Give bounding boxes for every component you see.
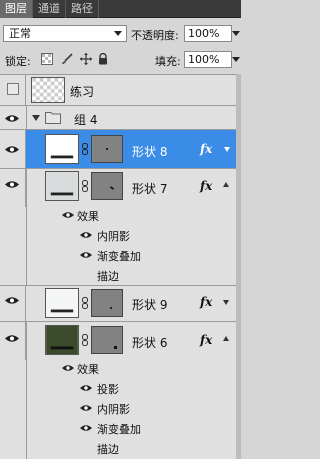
- layer-row-shape-9[interactable]: 形状 9 fx: [0, 286, 236, 322]
- eye-icon[interactable]: [80, 404, 92, 412]
- layer-row-practice[interactable]: 练习: [0, 75, 236, 106]
- eye-icon[interactable]: [5, 334, 19, 343]
- fx-badge[interactable]: fx: [200, 333, 212, 347]
- eye-icon[interactable]: [80, 384, 92, 392]
- tab-layers[interactable]: 图层: [0, 0, 33, 18]
- folder-icon: [45, 112, 61, 124]
- effect-inner-shadow[interactable]: 内阴影: [0, 398, 236, 418]
- effect-name: 投影: [97, 383, 119, 396]
- chevron-down-icon[interactable]: [32, 115, 40, 121]
- effect-name: 渐变叠加: [97, 423, 141, 436]
- visibility-box[interactable]: [7, 83, 19, 95]
- effect-name: 描边: [97, 270, 119, 283]
- effect-gradient-overlay[interactable]: 渐变叠加: [0, 418, 236, 438]
- vector-mask-thumbnail: [91, 135, 123, 163]
- fill-label: 填充:: [155, 55, 181, 68]
- chevron-up-icon[interactable]: [223, 336, 229, 341]
- eye-icon[interactable]: [62, 364, 74, 372]
- brush-icon[interactable]: [61, 53, 73, 65]
- vector-mask-thumbnail: [91, 326, 123, 354]
- layer-name: 形状 8: [132, 145, 168, 159]
- shape-thumbnail: [45, 171, 79, 201]
- effect-name: 内阴影: [97, 230, 130, 243]
- visibility-toggle[interactable]: [0, 75, 26, 105]
- effect-name: 内阴影: [97, 403, 130, 416]
- chevron-down-icon[interactable]: [232, 31, 240, 36]
- chevron-up-icon[interactable]: [223, 182, 229, 187]
- layer-name: 形状 9: [132, 298, 168, 312]
- blend-mode-select[interactable]: 正常: [3, 25, 127, 42]
- effect-drop-shadow[interactable]: 投影: [0, 378, 236, 398]
- shape-thumbnail: [45, 134, 79, 164]
- tab-channels[interactable]: 通道: [33, 0, 66, 18]
- shape-thumbnail: [45, 288, 79, 318]
- panel-tab-bar: 图层 通道 路径: [0, 0, 241, 18]
- visibility-cell[interactable]: [0, 130, 26, 168]
- chevron-down-icon[interactable]: [224, 147, 230, 152]
- move-icon[interactable]: [80, 53, 92, 65]
- link-icon[interactable]: [82, 334, 88, 346]
- effects-label: 效果: [77, 363, 99, 376]
- eye-icon[interactable]: [62, 211, 74, 219]
- visibility-cell[interactable]: [0, 169, 26, 207]
- fx-badge[interactable]: fx: [200, 295, 212, 309]
- layer-row-shape-6[interactable]: 形状 6 fx: [0, 322, 236, 360]
- link-icon[interactable]: [82, 180, 88, 192]
- eye-icon[interactable]: [80, 424, 92, 432]
- visibility-cell[interactable]: [0, 286, 26, 321]
- link-icon[interactable]: [82, 297, 88, 309]
- eye-icon[interactable]: [5, 180, 19, 189]
- eye-icon[interactable]: [5, 114, 19, 123]
- eye-icon[interactable]: [5, 145, 19, 154]
- lock-transparent-pixels-icon[interactable]: [41, 53, 53, 65]
- layer-row-shape-7[interactable]: 形状 7 fx: [0, 169, 236, 207]
- blend-mode-value: 正常: [9, 27, 31, 40]
- vector-mask-thumbnail: [91, 172, 123, 200]
- fx-badge[interactable]: fx: [200, 142, 212, 156]
- visibility-cell[interactable]: [0, 322, 26, 360]
- effect-name: 描边: [97, 443, 119, 456]
- group-row[interactable]: 组 4: [0, 106, 236, 130]
- layer-name: 形状 6: [132, 336, 168, 350]
- scrollbar[interactable]: [236, 74, 241, 459]
- fill-input[interactable]: 100%: [184, 51, 240, 68]
- eye-icon[interactable]: [80, 251, 92, 259]
- tab-paths[interactable]: 路径: [66, 0, 99, 18]
- vector-mask-thumbnail: [91, 289, 123, 317]
- chevron-down-icon: [114, 31, 122, 36]
- effect-stroke[interactable]: 描边: [0, 438, 236, 458]
- fill-value: 100%: [188, 53, 220, 66]
- transparent-thumbnail: [31, 77, 65, 103]
- effects-label: 效果: [77, 210, 99, 223]
- opacity-input[interactable]: 100%: [184, 25, 240, 42]
- chevron-down-icon[interactable]: [223, 300, 229, 305]
- opacity-value: 100%: [188, 27, 220, 40]
- eye-icon[interactable]: [80, 231, 92, 239]
- effect-gradient-overlay[interactable]: 渐变叠加: [0, 245, 236, 265]
- opacity-label: 不透明度:: [131, 29, 179, 42]
- layer-name: 练习: [70, 85, 95, 99]
- effect-name: 渐变叠加: [97, 250, 141, 263]
- layer-name: 形状 7: [132, 182, 168, 196]
- effect-inner-shadow[interactable]: 内阴影: [0, 225, 236, 245]
- shape-thumbnail: [45, 325, 79, 355]
- effect-stroke[interactable]: 描边: [0, 265, 236, 286]
- chevron-down-icon[interactable]: [232, 57, 240, 62]
- fx-badge[interactable]: fx: [200, 179, 212, 193]
- group-name: 组 4: [74, 113, 98, 127]
- lock-label: 锁定:: [5, 55, 31, 68]
- link-icon[interactable]: [82, 143, 88, 155]
- layer-row-shape-8[interactable]: 形状 8 fx: [0, 130, 236, 169]
- effects-header[interactable]: 效果: [0, 205, 236, 225]
- lock-icon[interactable]: [97, 53, 109, 65]
- eye-icon[interactable]: [5, 296, 19, 305]
- effects-header[interactable]: 效果: [0, 358, 236, 378]
